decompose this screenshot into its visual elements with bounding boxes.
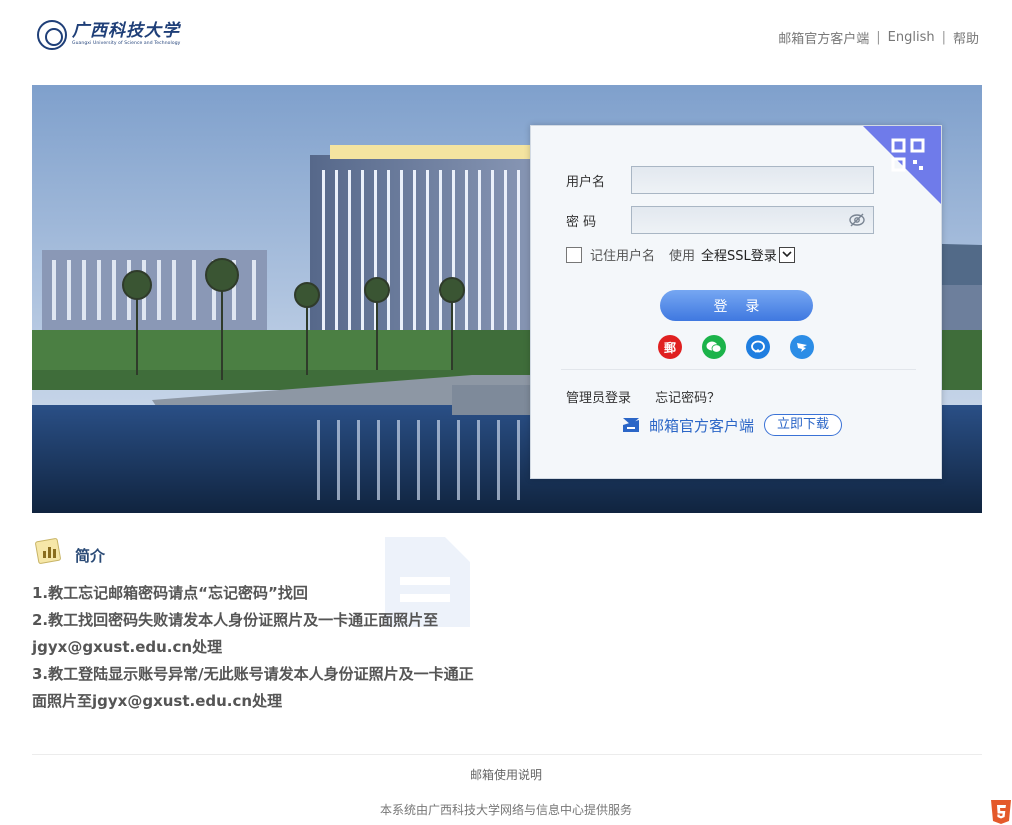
qq-login-icon[interactable] [746,335,770,359]
help-link[interactable]: 帮助 [953,28,979,47]
bar-chart-note-icon [35,538,61,564]
intro-text: 1.教工忘记邮箱密码请点“忘记密码”找回 2.教工找回密码失败请发本人身份证照片… [32,580,482,715]
login-panel: 用户名 密 码 记住用户名 使用 全程SSL登录 登 录 郵 管理员登录 忘记密… [530,125,942,479]
intro-line: 3.教工登陆显示账号异常/无此账号请发本人身份证照片及一卡通正面照片至jgyx@… [32,665,474,710]
remember-row: 记住用户名 使用 全程SSL登录 [566,245,795,264]
third-party-login-row: 郵 [658,335,834,359]
remember-username-checkbox[interactable] [566,246,582,263]
login-button[interactable]: 登 录 [660,290,813,321]
intro-title: 简介 [75,547,106,565]
ssl-login-label: 全程SSL登录 [701,249,777,264]
wechat-icon [706,341,722,353]
bird-icon [797,343,807,352]
chat-icon [751,340,765,353]
chevron-down-icon [782,251,792,258]
remember-username-label[interactable]: 记住用户名 [590,245,655,264]
ssl-mode-select[interactable] [778,246,795,263]
logo-name: 广西科技大学 [72,21,180,42]
password-label: 密 码 [566,214,597,230]
forgot-password-link[interactable]: 忘记密码？ [655,391,720,406]
username-label: 用户名 [566,174,606,190]
mail-client-icon [623,418,639,432]
admin-login-link[interactable]: 管理员登录 [566,391,631,406]
university-seal-icon [37,20,67,50]
university-logo[interactable]: 广西科技大学 Guangxi University of Science and… [37,20,180,50]
qr-code-login-icon[interactable] [863,126,941,204]
english-link[interactable]: English [888,30,935,45]
logo-english-name: Guangxi University of Science and Techno… [72,41,181,47]
html5-badge-icon [991,800,1011,824]
top-links: 邮箱官方客户端 | English | 帮助 [778,28,979,47]
download-now-button[interactable]: 立即下载 [764,414,843,436]
mail-usage-guide-link[interactable]: 邮箱使用说明 [470,768,542,782]
official-client-row: 邮箱官方客户端 立即下载 [621,414,843,436]
use-label: 使用 [669,249,696,264]
hide-password-eye-icon[interactable] [849,213,865,227]
password-input[interactable] [632,207,873,233]
intro-line: 2.教工找回密码失败请发本人身份证照片及一卡通正面照片至jgyx@gxust.e… [32,611,439,656]
wechat-login-icon[interactable] [702,335,726,359]
username-field[interactable] [631,166,874,194]
separator: | [876,30,881,45]
divider [561,369,916,370]
intro-line: 1.教工忘记邮箱密码请点“忘记密码”找回 [32,584,308,602]
footer-divider [32,754,982,755]
client-download-link[interactable]: 邮箱官方客户端 [778,28,869,47]
password-field[interactable] [631,206,874,234]
username-input[interactable] [632,167,873,193]
official-client-label[interactable]: 邮箱官方客户端 [649,415,754,436]
account-links: 管理员登录 忘记密码？ [566,387,740,406]
separator: | [941,30,946,45]
dingtalk-login-icon[interactable] [790,335,814,359]
footer-help: 邮箱使用说明 [0,766,1012,783]
footer-service-text: 本系统由广西科技大学网络与信息中心提供服务 [379,803,632,817]
netease-mail-login-icon[interactable]: 郵 [658,335,682,359]
